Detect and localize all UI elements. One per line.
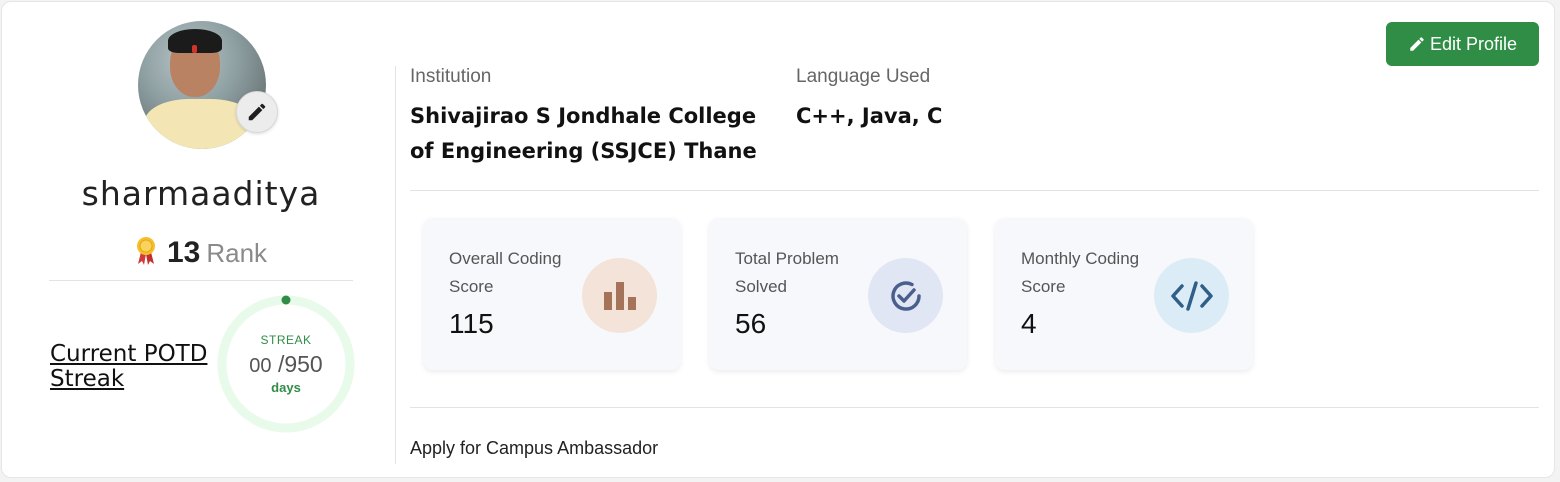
pencil-icon <box>1410 37 1424 51</box>
streak-content: STREAK 00 /950 days <box>216 294 356 434</box>
stat-value: 115 <box>449 308 494 339</box>
stat-label: Overall Coding Score <box>449 249 562 296</box>
info-divider <box>410 190 1539 191</box>
rank-row: 13 Rank <box>50 232 352 270</box>
streak-title: STREAK <box>260 333 312 347</box>
stat-card-problems-solved: Total Problem Solved 56 <box>709 218 967 370</box>
streak-current: 00 <box>249 355 272 377</box>
campus-ambassador-link[interactable]: Apply for Campus Ambassador <box>410 438 658 459</box>
streak-unit: days <box>271 380 301 395</box>
pencil-icon <box>248 103 266 121</box>
edit-profile-label: Edit Profile <box>1429 33 1518 54</box>
avatar-tilak <box>192 45 197 53</box>
vertical-divider <box>395 66 396 464</box>
stat-card-monthly-score: Monthly Coding Score 4 <box>995 218 1253 370</box>
institution-block: Institution Shivajirao S Jondhale Colleg… <box>410 66 770 169</box>
rank-value: 13 <box>166 236 201 269</box>
rank-label: Rank <box>206 238 268 268</box>
language-label: Language Used <box>796 66 931 87</box>
edit-avatar-button[interactable] <box>236 91 278 133</box>
left-divider <box>49 280 353 281</box>
streak-ring: STREAK 00 /950 days <box>216 294 356 434</box>
stat-label: Monthly Coding Score <box>1021 249 1140 296</box>
medal-icon <box>136 237 155 265</box>
potd-streak-link[interactable]: Current POTD Streak <box>50 342 210 392</box>
edit-profile-button[interactable]: Edit Profile <box>1386 22 1539 66</box>
institution-label: Institution <box>410 66 492 87</box>
avatar-container <box>138 21 278 149</box>
bar-chart-icon <box>582 258 657 333</box>
streak-value: 00 /950 <box>249 351 322 378</box>
username: sharmaaditya <box>81 174 321 213</box>
institution-value: Shivajirao S Jondhale College of Enginee… <box>410 104 757 163</box>
streak-total: /950 <box>277 351 323 377</box>
language-value: C++, Java, C <box>796 104 943 128</box>
check-circle-icon <box>868 258 943 333</box>
code-icon <box>1154 258 1229 333</box>
stat-value: 56 <box>735 308 767 339</box>
stat-label: Total Problem Solved <box>735 249 839 296</box>
stats-divider <box>410 407 1539 408</box>
stat-value: 4 <box>1021 308 1037 339</box>
stat-card-overall-score: Overall Coding Score 115 <box>423 218 681 370</box>
language-block: Language Used C++, Java, C <box>796 66 1096 134</box>
profile-card: sharmaaditya 13 Rank Current POTD Streak… <box>1 1 1555 478</box>
